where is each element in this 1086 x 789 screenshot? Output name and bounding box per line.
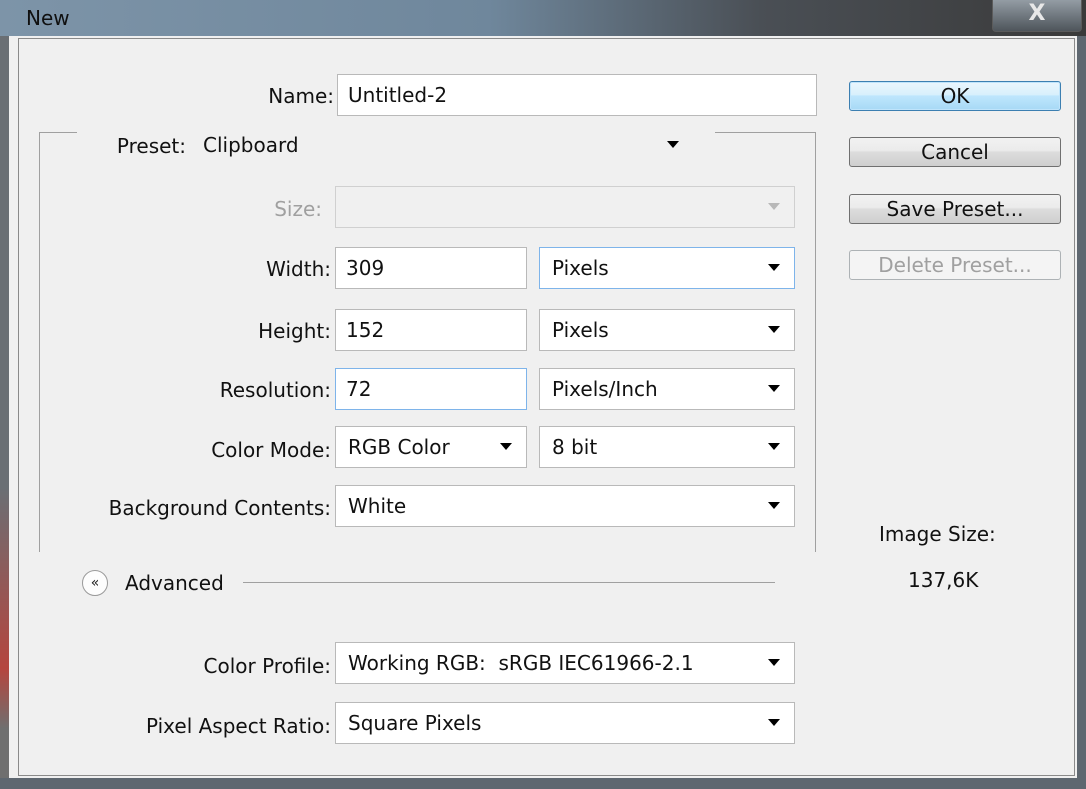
height-label: Height: (258, 319, 331, 343)
ok-button[interactable]: OK (849, 81, 1061, 111)
group-border-right (815, 132, 816, 552)
window-edge-left (0, 36, 9, 789)
color-profile-dropdown[interactable]: Working RGB: sRGB IEC61966-2.1 (335, 642, 795, 684)
size-dropdown (335, 186, 795, 228)
color-profile-value: Working RGB: sRGB IEC61966-2.1 (348, 651, 694, 675)
resolution-unit-value: Pixels/Inch (552, 377, 658, 401)
preset-value: Clipboard (203, 133, 299, 157)
advanced-label[interactable]: Advanced (125, 571, 224, 595)
name-input[interactable]: Untitled-2 (337, 74, 817, 116)
group-border-left (39, 132, 40, 552)
window-title: New (26, 6, 70, 30)
pixel-aspect-ratio-label: Pixel Aspect Ratio: (146, 714, 331, 738)
image-size-label: Image Size: (879, 522, 996, 546)
window-edge-bottom (0, 778, 1086, 789)
chevron-down-icon (768, 659, 780, 666)
window-edge-right (1077, 36, 1086, 789)
width-unit-dropdown[interactable]: Pixels (539, 247, 795, 289)
pixel-aspect-ratio-value: Square Pixels (348, 711, 482, 735)
height-input[interactable]: 152 (335, 309, 527, 351)
chevron-down-icon (768, 385, 780, 392)
dialog-panel: Name: Untitled-2 Preset: Clipboard Size:… (9, 36, 1077, 778)
resolution-unit-dropdown[interactable]: Pixels/Inch (539, 368, 795, 410)
group-border-top-left (39, 132, 77, 133)
advanced-divider (243, 582, 775, 583)
title-bar: New X (0, 0, 1086, 36)
width-label: Width: (266, 257, 331, 281)
chevron-down-icon (768, 502, 780, 509)
image-size-value: 137,6K (908, 568, 979, 592)
chevron-down-icon (667, 141, 679, 148)
collapse-advanced-icon[interactable]: « (82, 570, 108, 596)
size-label: Size: (274, 197, 322, 221)
save-preset-button[interactable]: Save Preset... (849, 194, 1061, 224)
chevron-down-icon (768, 203, 780, 210)
chevron-down-icon (500, 443, 512, 450)
height-unit-dropdown[interactable]: Pixels (539, 309, 795, 351)
name-label: Name: (268, 84, 334, 108)
color-mode-dropdown[interactable]: RGB Color (335, 426, 527, 468)
width-unit-value: Pixels (552, 256, 609, 280)
background-contents-value: White (348, 494, 407, 518)
color-mode-value: RGB Color (348, 435, 450, 459)
chevron-down-icon (768, 443, 780, 450)
close-button[interactable]: X (992, 0, 1082, 32)
chevron-down-icon (768, 264, 780, 271)
resolution-label: Resolution: (219, 378, 331, 402)
background-contents-label: Background Contents: (108, 496, 331, 520)
height-unit-value: Pixels (552, 318, 609, 342)
cancel-button[interactable]: Cancel (849, 137, 1061, 167)
bit-depth-dropdown[interactable]: 8 bit (539, 426, 795, 468)
chevron-down-icon (768, 719, 780, 726)
chevron-down-icon (768, 326, 780, 333)
width-input[interactable]: 309 (335, 247, 527, 289)
pixel-aspect-ratio-dropdown[interactable]: Square Pixels (335, 702, 795, 744)
group-border-top-right (715, 132, 816, 133)
color-mode-label: Color Mode: (211, 438, 331, 462)
preset-dropdown[interactable]: Clipboard (203, 125, 693, 165)
preset-label: Preset: (116, 134, 186, 158)
color-profile-label: Color Profile: (203, 654, 332, 678)
background-contents-dropdown[interactable]: White (335, 485, 795, 527)
bit-depth-value: 8 bit (552, 435, 598, 459)
resolution-input[interactable]: 72 (335, 368, 527, 410)
delete-preset-button: Delete Preset... (849, 250, 1061, 280)
